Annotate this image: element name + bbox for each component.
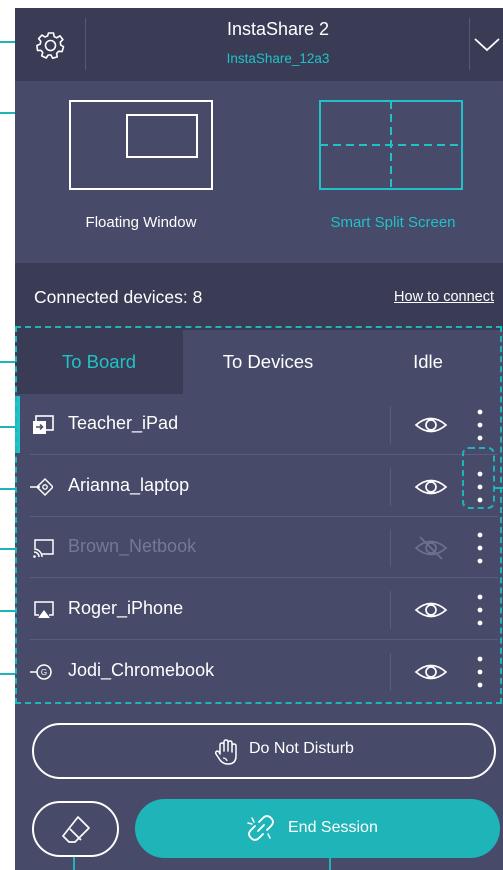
device-name: InstaShare_12a3 bbox=[226, 51, 330, 66]
laptop-app-icon bbox=[30, 477, 53, 497]
device-row[interactable]: Arianna_laptop bbox=[15, 456, 503, 517]
row-divider bbox=[390, 468, 391, 506]
device-name: Arianna_laptop bbox=[68, 475, 190, 495]
more-options-icon[interactable] bbox=[474, 655, 486, 689]
connected-devices-bar: Connected devices: 8 How to connect bbox=[15, 263, 503, 330]
eye-hidden-icon[interactable] bbox=[414, 536, 448, 560]
instashare-panel: InstaShare 2 InstaShare_12a3 Floating Wi… bbox=[15, 8, 503, 870]
floating-window-icon bbox=[69, 100, 213, 190]
eye-icon[interactable] bbox=[414, 413, 448, 437]
mode-label-split: Smart Split Screen bbox=[330, 214, 456, 231]
tab-to-board[interactable]: To Board bbox=[15, 330, 183, 394]
cast-icon bbox=[33, 539, 54, 558]
device-tabs: To Board To Devices Idle bbox=[15, 330, 503, 394]
svg-text:G: G bbox=[41, 668, 47, 677]
gear-icon[interactable] bbox=[35, 29, 67, 61]
row-separator bbox=[30, 454, 498, 455]
device-row[interactable]: Roger_iPhone bbox=[15, 579, 503, 640]
do-not-disturb-label: Do Not Disturb bbox=[249, 740, 354, 757]
device-name: Brown_Netbook bbox=[68, 536, 197, 556]
header-divider bbox=[469, 18, 470, 70]
header-divider bbox=[85, 18, 86, 70]
callout-line-eraser bbox=[73, 857, 75, 870]
display-modes: Floating Window Smart Split Screen bbox=[15, 81, 503, 263]
active-indicator bbox=[15, 396, 20, 453]
eraser-button[interactable] bbox=[32, 801, 119, 857]
more-options-icon[interactable] bbox=[474, 470, 486, 504]
mode-label-floating: Floating Window bbox=[85, 214, 197, 231]
app-title: InstaShare 2 bbox=[226, 19, 330, 39]
row-divider bbox=[390, 653, 391, 691]
header: InstaShare 2 InstaShare_12a3 bbox=[15, 8, 503, 81]
end-session-button[interactable]: End Session bbox=[135, 799, 500, 858]
eye-icon[interactable] bbox=[414, 475, 448, 499]
chevron-down-icon[interactable] bbox=[471, 34, 503, 56]
row-separator bbox=[30, 639, 498, 640]
eye-icon[interactable] bbox=[414, 660, 448, 684]
row-divider bbox=[390, 591, 391, 629]
device-name: Jodi_Chromebook bbox=[68, 660, 215, 680]
connected-count: Connected devices: 8 bbox=[34, 287, 203, 307]
callout-line-kebab bbox=[495, 487, 503, 489]
eraser-icon bbox=[62, 816, 90, 843]
airplay-icon bbox=[34, 601, 54, 618]
row-divider bbox=[390, 406, 391, 444]
more-options-icon[interactable] bbox=[474, 593, 486, 627]
tab-to-devices[interactable]: To Devices bbox=[183, 330, 353, 394]
callout-line-tabs bbox=[0, 361, 15, 363]
split-screen-icon bbox=[319, 100, 463, 190]
callout-line-header bbox=[0, 41, 15, 43]
how-to-connect-link[interactable]: How to connect bbox=[394, 289, 494, 305]
device-name: Roger_iPhone bbox=[68, 598, 184, 618]
end-session-label: End Session bbox=[288, 819, 378, 836]
eye-icon[interactable] bbox=[414, 598, 448, 622]
tab-idle[interactable]: Idle bbox=[353, 330, 503, 394]
device-row[interactable]: Teacher_iPad bbox=[15, 394, 503, 455]
google-cast-icon: G bbox=[30, 664, 52, 680]
hand-icon bbox=[214, 739, 237, 765]
device-row[interactable]: G Jodi_Chromebook bbox=[15, 641, 503, 702]
device-name: Teacher_iPad bbox=[68, 413, 179, 433]
screen-share-icon bbox=[33, 415, 54, 434]
row-separator bbox=[30, 577, 498, 578]
more-options-icon[interactable] bbox=[474, 408, 486, 442]
callout-line-end bbox=[329, 857, 331, 870]
unlink-icon bbox=[247, 815, 274, 841]
device-row[interactable]: Brown_Netbook bbox=[15, 517, 503, 578]
do-not-disturb-button[interactable]: Do Not Disturb bbox=[32, 723, 496, 779]
row-divider bbox=[390, 529, 391, 567]
more-options-icon[interactable] bbox=[474, 531, 486, 565]
